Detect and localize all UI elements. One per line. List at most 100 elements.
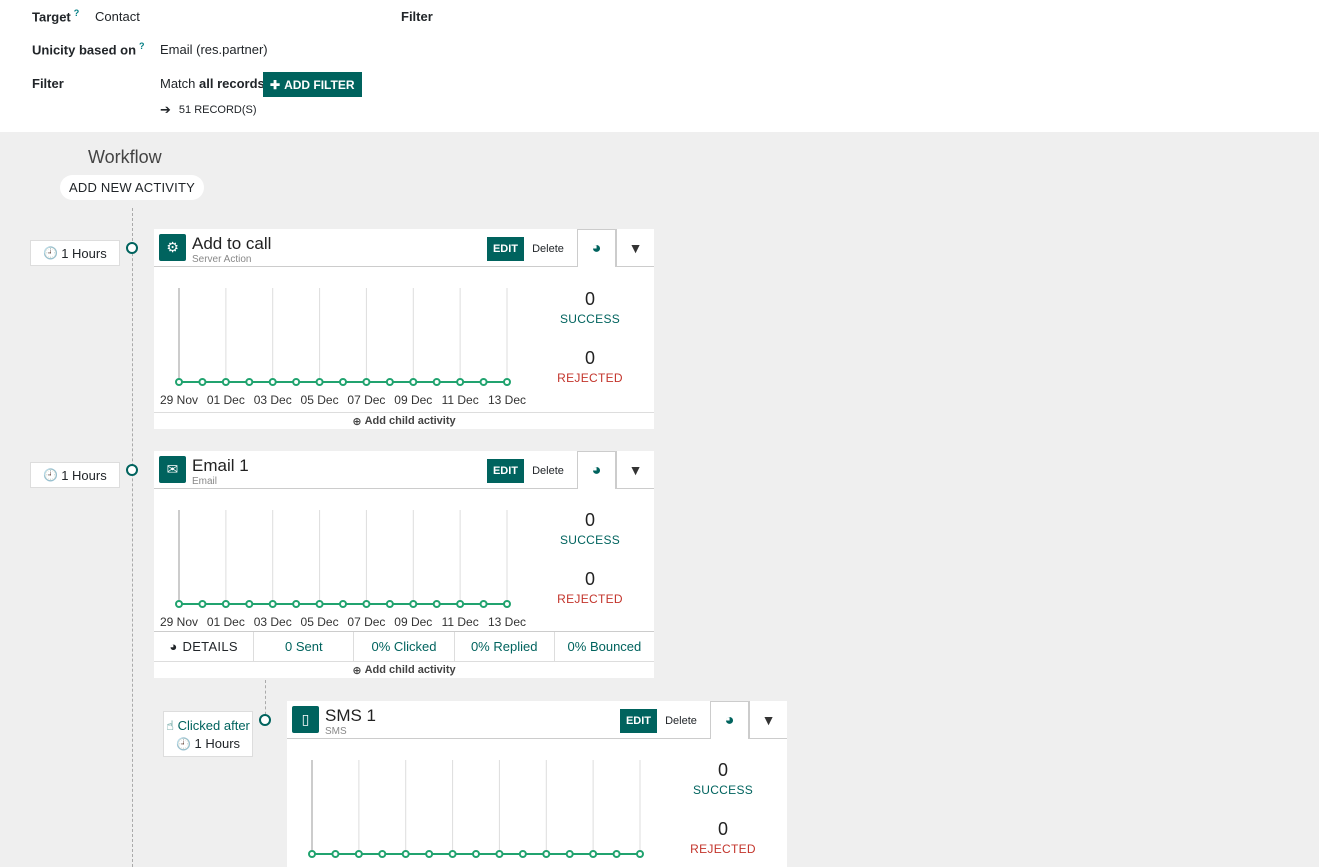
activity-delay-badge[interactable]: 🕘 1 Hours — [30, 240, 120, 266]
unicity-value[interactable]: Email (res.partner) — [160, 42, 268, 57]
chart-point — [315, 600, 324, 608]
add-child-activity-button[interactable]: ⊕ Add child activity — [154, 412, 654, 429]
target-value[interactable]: Contact — [95, 9, 140, 24]
clock-icon: 🕘 — [43, 246, 59, 260]
chart-x-tick-label: 03 Dec — [254, 615, 292, 629]
chart-point — [331, 850, 340, 858]
chart-point — [308, 850, 316, 858]
activity-chart: 29 Nov 01 Dec 03 Dec 05 Dec 07 Dec 09 Dec 11 D… — [160, 510, 526, 629]
chart-point — [565, 850, 574, 858]
chart-point — [292, 600, 301, 608]
delete-button[interactable]: Delete — [527, 237, 569, 261]
activity-type: Server Action — [192, 254, 252, 265]
pie-chart-icon[interactable]: ◕ — [710, 701, 749, 739]
edit-button[interactable]: EDIT — [487, 237, 524, 261]
target-help-icon[interactable]: ? — [74, 8, 80, 18]
success-stat: 0 SUCCESS — [544, 510, 636, 547]
replied-stat[interactable]: 0% Replied — [455, 632, 555, 661]
filter-section-title: Filter — [401, 9, 433, 24]
sent-stat[interactable]: 0 Sent — [254, 632, 355, 661]
clock-icon: 🕘 — [43, 468, 59, 482]
pointer-hand-icon: ☝ — [166, 717, 175, 733]
chart-x-tick-label: 03 Dec — [254, 393, 292, 407]
chart-point — [432, 600, 441, 608]
activity-card-body: 0 SUCCESS 0 REJECTED — [287, 739, 787, 867]
plus-icon: ✚ — [270, 77, 281, 92]
gears-icon: ⚙ — [159, 234, 186, 261]
chart-point — [401, 850, 410, 858]
activity-node-dot — [126, 242, 138, 254]
activity-delay-badge[interactable]: 🕘 1 Hours — [30, 462, 120, 488]
unicity-help-icon[interactable]: ? — [139, 41, 145, 51]
chart-point — [448, 850, 457, 858]
chart-point — [339, 600, 347, 608]
chart-point — [198, 378, 207, 386]
activity-title: Email 1 — [192, 456, 249, 475]
activity-type: SMS — [325, 726, 347, 737]
add-new-activity-button[interactable]: ADD NEW ACTIVITY — [60, 175, 204, 200]
add-child-activity-button[interactable]: ⊕ Add child activity — [154, 661, 654, 678]
workflow-title: Workflow — [88, 147, 162, 167]
edit-button[interactable]: EDIT — [620, 709, 657, 733]
chart-x-tick-label: 11 Dec — [442, 393, 479, 407]
edit-button[interactable]: EDIT — [487, 459, 524, 483]
chart-point — [503, 600, 511, 608]
chart-point — [385, 378, 394, 386]
success-count: 0 — [584, 510, 595, 530]
arrow-right-icon: ➔ — [160, 102, 171, 117]
chart-x-tick-label: 11 Dec — [442, 615, 479, 629]
clicked-stat[interactable]: 0% Clicked — [354, 632, 455, 661]
filter-icon[interactable]: ▼ — [616, 451, 654, 489]
success-caption: SUCCESS — [559, 312, 621, 326]
chart-point — [268, 378, 277, 386]
chart-point — [542, 850, 551, 858]
activity-card-header: ▯ SMS 1 SMS EDIT Delete ◕ ▼ — [287, 701, 787, 739]
chart-point — [385, 600, 394, 608]
activity-card-header: ⚙ Add to call Server Action EDIT Delete … — [154, 229, 654, 267]
filter-match-text: Match all records — [160, 76, 265, 91]
chart-point — [612, 850, 621, 858]
chart-point — [589, 850, 598, 858]
rejected-stat: 0 REJECTED — [544, 348, 636, 385]
chart-point — [362, 600, 371, 608]
chart-x-tick-label: 05 Dec — [301, 393, 339, 407]
pie-chart-icon[interactable]: ◕ — [577, 229, 616, 267]
activity-card-body: 29 Nov 01 Dec 03 Dec 05 Dec 07 Dec 09 Dec 11 D… — [154, 267, 654, 412]
unicity-label: Unicity based on? — [32, 41, 145, 58]
campaign-form-header: Target? Contact Filter Unicity based on?… — [0, 0, 1319, 132]
add-filter-button[interactable]: ✚ ADD FILTER — [263, 72, 362, 97]
details-button[interactable]: ◕ DETAILS — [154, 632, 255, 661]
delete-button[interactable]: Delete — [660, 709, 702, 733]
chart-x-tick-label: 13 Dec — [488, 393, 526, 407]
filter-icon[interactable]: ▼ — [749, 701, 787, 739]
chart-point — [378, 850, 387, 858]
chart-point — [245, 378, 254, 386]
rejected-stat: 0 REJECTED — [677, 819, 769, 856]
delete-button[interactable]: Delete — [527, 459, 569, 483]
chart-point — [339, 378, 347, 386]
chart-point — [409, 600, 418, 608]
bounced-stat[interactable]: 0% Bounced — [555, 632, 654, 661]
chart-point — [362, 378, 371, 386]
plus-circle-icon: ⊕ — [352, 415, 362, 428]
pie-chart-icon[interactable]: ◕ — [577, 451, 616, 489]
plus-circle-icon: ⊕ — [352, 664, 362, 677]
activity-chart — [308, 760, 644, 858]
activity-card-body: 29 Nov 01 Dec 03 Dec 05 Dec 07 Dec 09 Dec 11 D… — [154, 489, 654, 634]
chart-point — [479, 378, 488, 386]
filter-icon[interactable]: ▼ — [616, 229, 654, 267]
chart-point — [292, 378, 301, 386]
chart-point — [518, 850, 527, 858]
chart-point — [221, 378, 230, 386]
activity-trigger-badge[interactable]: ☝ Clicked after 🕘 1 Hours — [163, 711, 253, 757]
chart-x-tick-label: 05 Dec — [301, 615, 339, 629]
chart-point — [456, 378, 465, 386]
email-stats-row: ◕ DETAILS 0 Sent 0% Clicked 0% Replied 0%… — [154, 631, 654, 661]
success-count: 0 — [584, 289, 595, 309]
records-link[interactable]: ➔ 51 RECORD(S) — [160, 102, 257, 118]
chart-point — [503, 378, 511, 386]
activity-title: Add to call — [192, 234, 272, 253]
rejected-count: 0 — [584, 569, 595, 589]
envelope-icon: ✉ — [159, 456, 186, 483]
success-count: 0 — [717, 760, 728, 780]
